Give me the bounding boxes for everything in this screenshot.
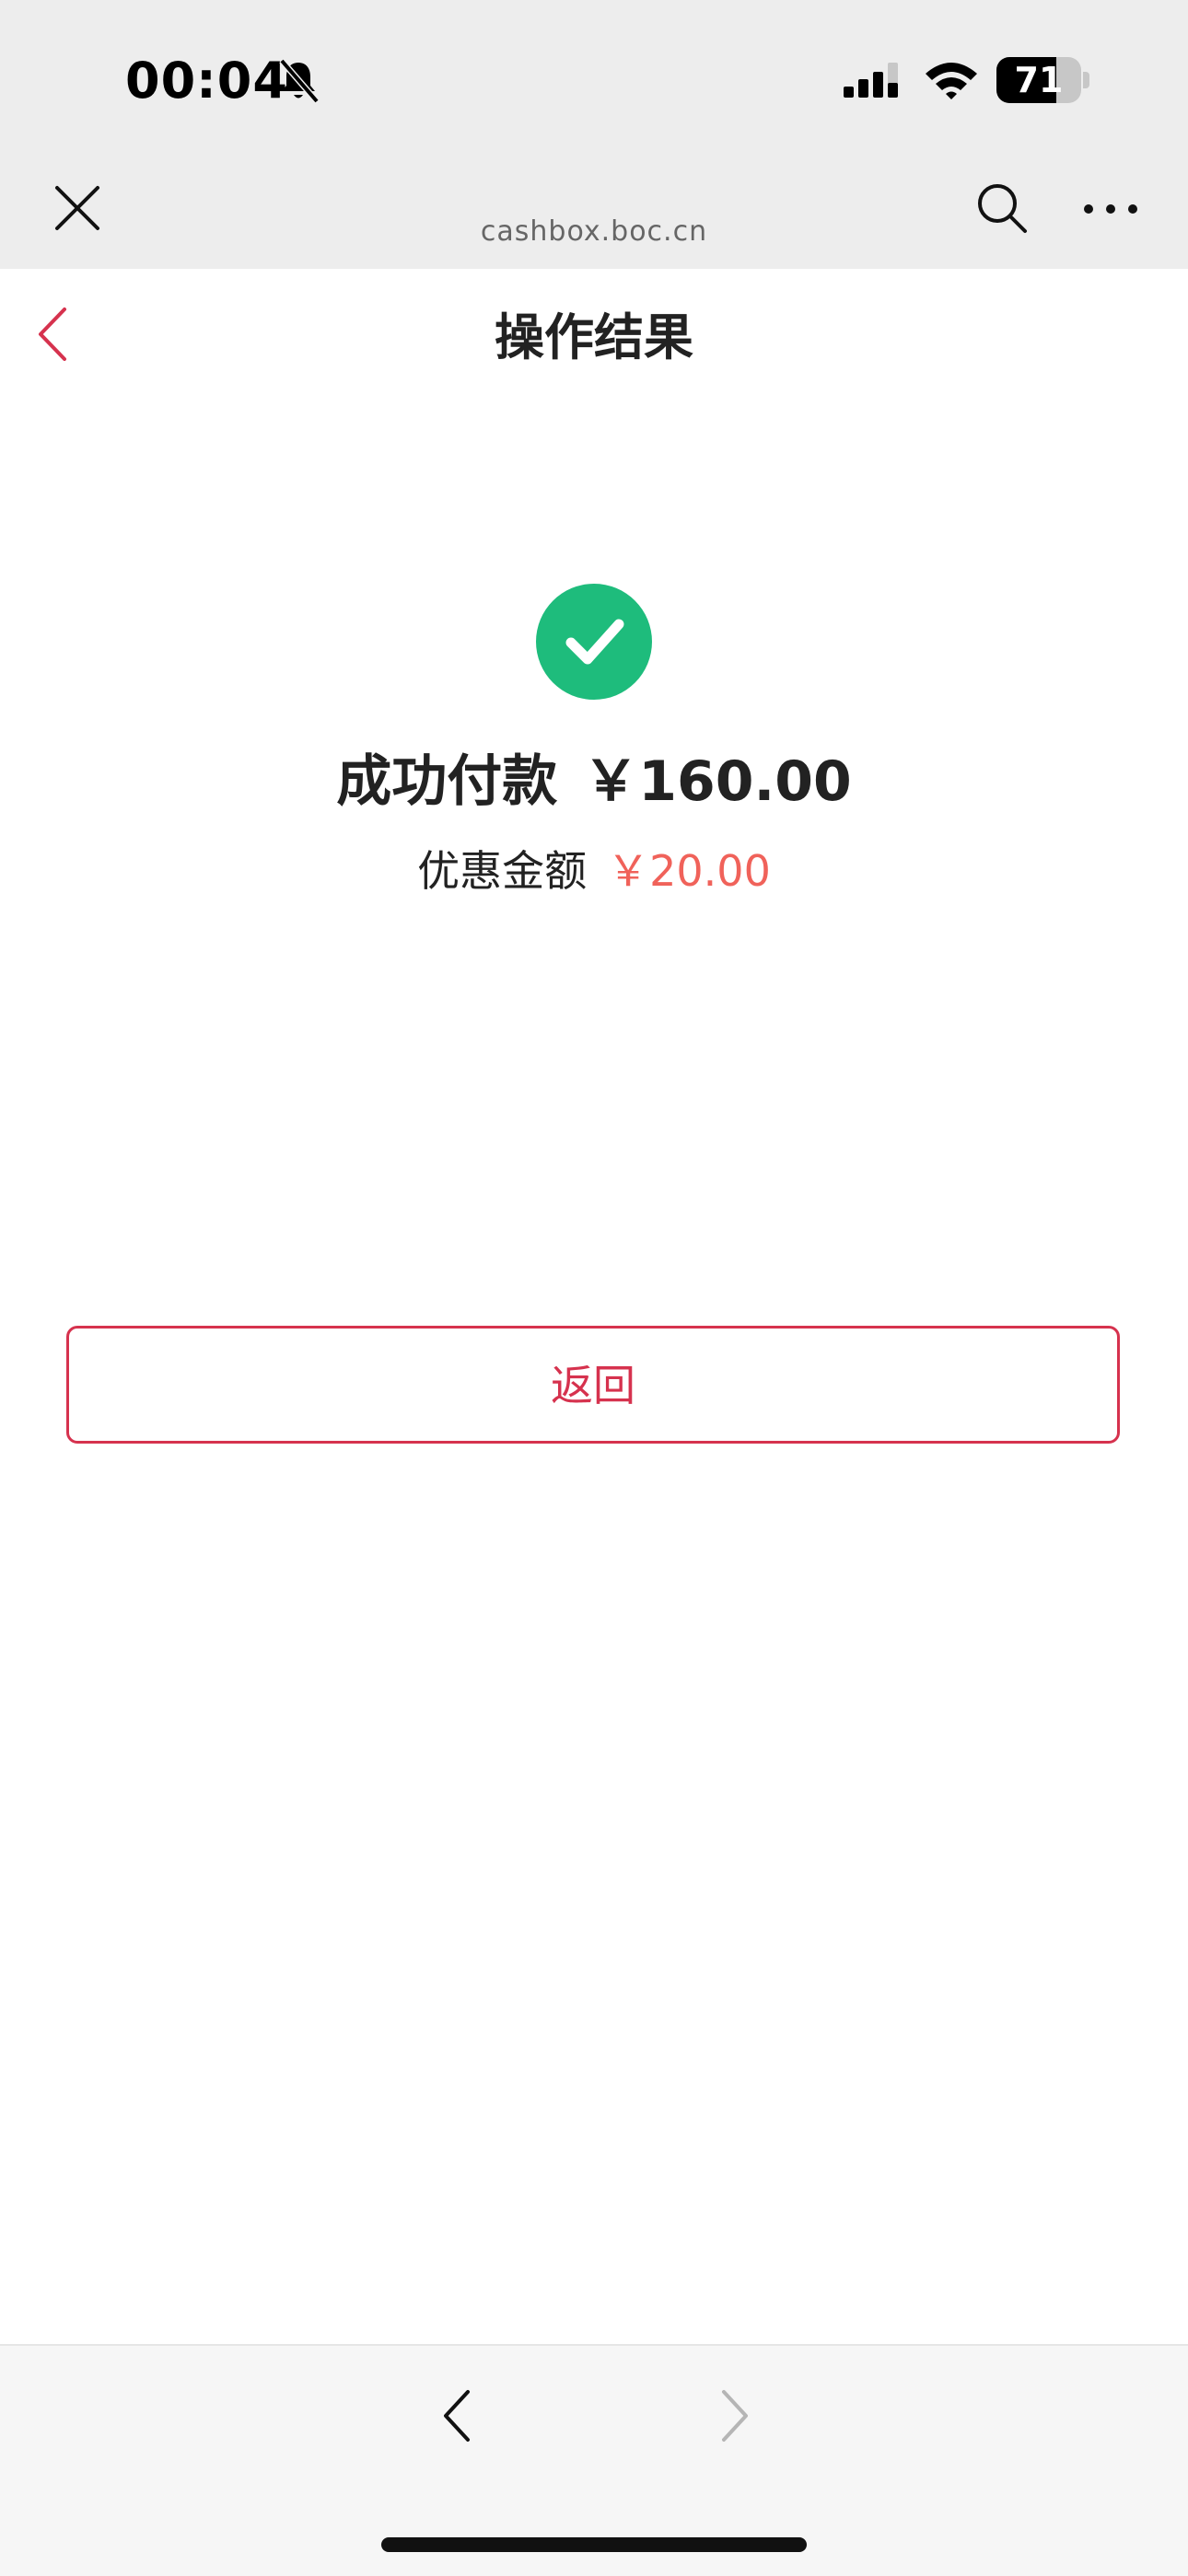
- payment-result: 成功付款 ￥160.00: [0, 737, 1188, 817]
- payment-status-label: 成功付款: [336, 749, 558, 814]
- discount-amount: ￥20.00: [607, 846, 771, 896]
- check-circle-icon: [536, 584, 652, 700]
- discount-label: 优惠金额: [417, 846, 588, 896]
- search-icon[interactable]: [974, 180, 1030, 236]
- more-icon[interactable]: [1081, 195, 1140, 223]
- battery-icon: 71: [996, 57, 1081, 103]
- nav-back-icon[interactable]: [438, 2386, 475, 2445]
- battery-tip: [1083, 72, 1089, 88]
- signal-icon: [844, 63, 898, 98]
- status-time: 00:04: [125, 52, 288, 110]
- return-button[interactable]: 返回: [66, 1326, 1120, 1444]
- bell-slash-icon: [279, 58, 320, 104]
- nav-forward-icon[interactable]: [716, 2386, 753, 2445]
- payment-amount: ￥160.00: [583, 749, 852, 814]
- battery-level: 71: [1014, 60, 1064, 100]
- wifi-icon: [926, 63, 977, 99]
- page-title: 操作结果: [495, 308, 693, 366]
- discount-info: 优惠金额 ￥20.00: [0, 838, 1188, 899]
- home-indicator: [381, 2537, 807, 2552]
